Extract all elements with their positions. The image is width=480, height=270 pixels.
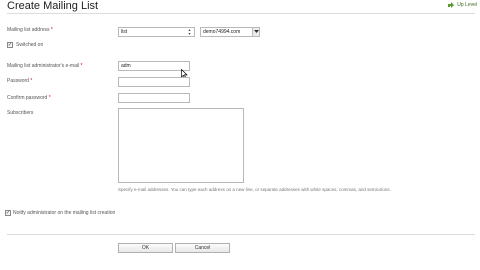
up-level-link[interactable]: Up Level (447, 1, 477, 8)
cancel-button[interactable]: Cancel (175, 243, 230, 253)
password-input[interactable] (118, 77, 190, 87)
list-address-value: list (121, 29, 128, 35)
subscribers-textarea[interactable] (118, 108, 244, 183)
admin-email-value: adm (121, 63, 131, 69)
switched-on-row: ✓ Switched on (7, 42, 43, 48)
footer-divider (7, 234, 475, 235)
domain-select[interactable]: demo74994.com (200, 27, 260, 37)
subscribers-hint: Specify e-mail addresses. You can type e… (118, 187, 391, 192)
subscribers-label: Subscribers (7, 110, 34, 116)
admin-email-label: Mailing list administrator's e-mail * (7, 63, 83, 69)
switched-on-label: Switched on (16, 42, 44, 48)
notify-checkbox[interactable]: ✓ (5, 210, 11, 216)
spinner-icon[interactable]: ▴ ▾ (187, 28, 192, 36)
password-label: Password * (7, 78, 33, 84)
page-title: Create Mailing List (7, 0, 99, 12)
notify-label: Notify administrator on the mailing list… (13, 210, 116, 216)
chevron-down-icon[interactable] (252, 28, 259, 36)
up-level-label: Up Level (457, 1, 477, 8)
domain-value: demo74994.com (203, 29, 241, 35)
switched-on-checkbox[interactable]: ✓ (7, 42, 13, 48)
ok-button[interactable]: OK (118, 243, 173, 253)
list-address-label: Mailing list address * (7, 27, 53, 33)
admin-email-input[interactable]: adm (118, 61, 190, 71)
confirm-password-input[interactable] (118, 93, 190, 103)
confirm-password-label: Confirm password * (7, 95, 51, 101)
notify-row: ✓ Notify administrator on the mailing li… (5, 210, 115, 216)
header-divider (7, 13, 475, 14)
list-address-input[interactable]: list ▴ ▾ (118, 27, 195, 37)
up-level-icon (447, 1, 455, 8)
